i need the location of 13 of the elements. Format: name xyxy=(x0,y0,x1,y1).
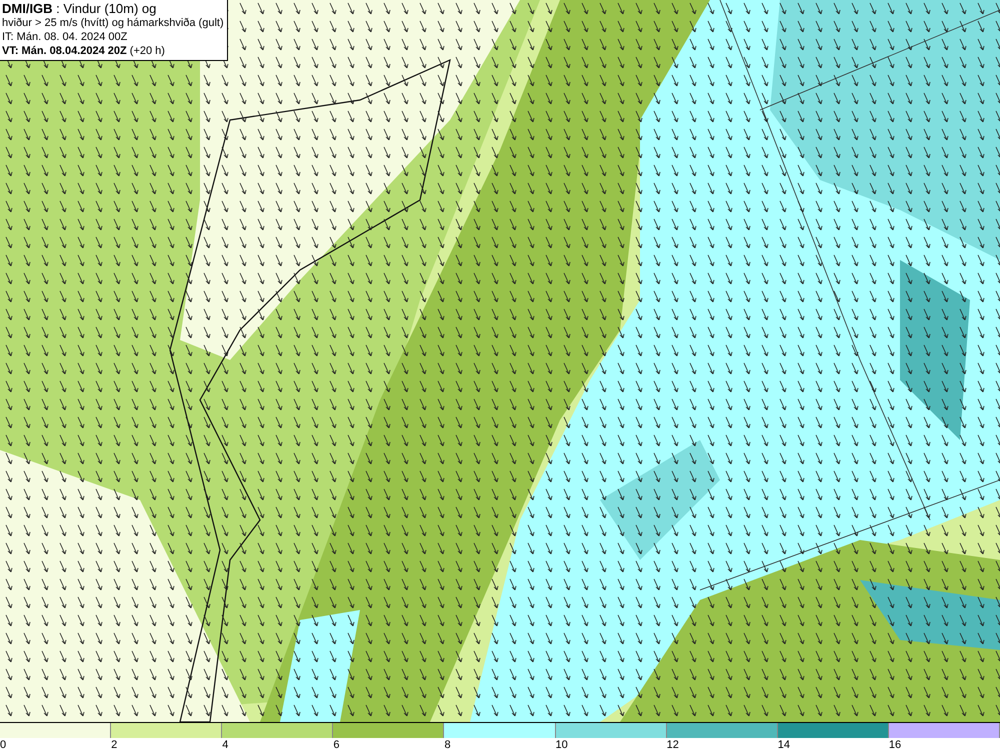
legend-tick-label: 0 xyxy=(0,738,6,753)
legend-tick-label: 2 xyxy=(111,738,118,753)
legend-tick-label: 10 xyxy=(556,738,568,753)
legend-tick-label: 12 xyxy=(666,738,679,753)
legend-tick-label: 16 xyxy=(888,738,902,753)
legend-tick-label: 6 xyxy=(333,738,340,753)
info-text: VT: Mán. 08.04.2024 20Z (+20 h) xyxy=(2,44,166,58)
info-text: IT: Mán. 08. 04. 2024 00Z xyxy=(2,30,128,44)
legend-tick-label: 4 xyxy=(222,738,228,753)
info-text: hviður > 25 m/s (hvítt) og hámarkshviða (gult) xyxy=(2,16,224,30)
legend-tick-label: 14 xyxy=(778,738,790,753)
info-text: DMI/IGB : Vindur (10m) og xyxy=(2,2,158,16)
legend-tick-label: 8 xyxy=(444,738,451,753)
